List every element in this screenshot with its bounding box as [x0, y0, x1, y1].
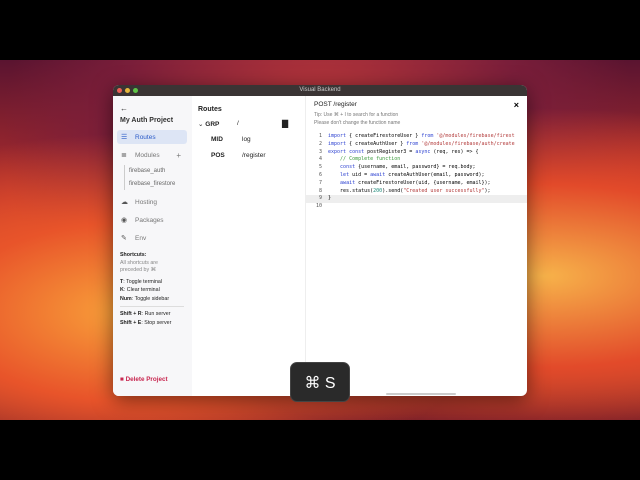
route-row[interactable]: MID log — [211, 136, 251, 143]
delete-label: Delete Project — [125, 376, 168, 383]
shortcut-item: Shift + R: Run server — [120, 311, 171, 317]
delete-project-button[interactable]: ■ Delete Project — [120, 376, 168, 383]
shortcuts-note: All shortcuts are — [120, 259, 158, 266]
project-title: My Auth Project — [120, 117, 174, 124]
new-file-icon[interactable]: ▇ — [282, 119, 288, 128]
code-editor-panel: POST /register × Tip: Use ⌘ + I to searc… — [305, 96, 527, 396]
trash-icon: ■ — [120, 376, 124, 383]
code-line: 9} — [306, 195, 527, 204]
editor-title: POST /register — [314, 101, 357, 108]
window-title: Visual Backend — [299, 87, 341, 93]
add-module-button[interactable]: + — [176, 151, 181, 160]
sidebar-item-modules[interactable]: ≣ Modules + — [117, 148, 187, 162]
code-line: 8 res.status(200).send("Created user suc… — [318, 187, 491, 194]
back-arrow-icon[interactable]: ← — [120, 104, 128, 113]
sidebar-item-hosting[interactable]: ☁ Hosting — [117, 195, 187, 209]
close-window-button[interactable] — [117, 88, 122, 93]
code-line: 1 import { createFirestoreUser } from '@/… — [318, 133, 515, 139]
sidebar-item-label: Env — [135, 234, 147, 242]
keystroke-overlay: ⌘ S — [290, 362, 350, 402]
title-bar: Visual Backend — [113, 85, 527, 96]
sidebar-item-packages[interactable]: ◉ Packages — [117, 213, 187, 227]
sidebar-item-label: Routes — [135, 133, 156, 141]
sidebar-item-label: Hosting — [135, 198, 158, 206]
minimize-window-button[interactable] — [125, 88, 130, 93]
sidebar-item-routes[interactable]: ☰ Routes — [117, 130, 187, 144]
code-line: 4 // Complete function — [318, 156, 401, 163]
cloud-icon: ☁ — [121, 199, 128, 206]
code-area[interactable]: 1 import { createFirestoreUser } from '@/… — [306, 133, 527, 211]
code-line: 5 const {username, email, password} = re… — [318, 164, 476, 171]
module-item[interactable]: firebase_auth — [129, 165, 175, 178]
database-icon: ≣ — [121, 152, 127, 159]
shortcuts-panel: Shortcuts: All shortcuts are preceded by… — [120, 251, 184, 327]
routes-title: Routes — [198, 106, 222, 113]
horizontal-scrollbar[interactable] — [386, 393, 456, 395]
code-line: 2 import { createAuthUser } from '@/modul… — [318, 140, 515, 147]
shortcut-item: K: Clear terminal — [120, 287, 160, 293]
shortcuts-title: Shortcuts: — [120, 252, 147, 258]
editor-tip: Tip: Use ⌘ + I to search for a function — [314, 112, 399, 118]
shortcut-item: T: Toggle terminal — [120, 278, 163, 285]
sidebar: ← My Auth Project ☰ Routes ≣ Modules + fire… — [113, 96, 192, 396]
route-row[interactable]: POS/register — [211, 152, 265, 159]
code-line: 6 let uid = await createAuthUser(email, … — [318, 171, 485, 178]
sidebar-item-env[interactable]: ✎ Env — [117, 231, 187, 245]
shortcut-item: Shift + E: Stop server — [120, 319, 172, 326]
sidebar-item-label: Packages — [135, 216, 164, 224]
route-row[interactable]: ⌄ GRP / ▇ — [198, 119, 298, 128]
routes-icon: ☰ — [121, 134, 128, 141]
key-icon: ✎ — [121, 235, 127, 242]
code-line: 3 export const postRegister3 = async (req… — [318, 148, 479, 155]
routes-panel: Routes ⌄ GRP / ▇ MID log POS/register — [192, 96, 305, 396]
close-icon[interactable]: × — [514, 100, 519, 110]
maximize-window-button[interactable] — [133, 88, 138, 93]
module-item[interactable]: firebase_firestore — [129, 178, 175, 191]
app-window: Visual Backend ← My Auth Project ☰ Routes… — [113, 85, 527, 396]
editor-warning: Please don't change the function name — [314, 120, 401, 126]
code-line: 10 — [315, 203, 322, 210]
chevron-down-icon: ⌄ — [198, 121, 204, 128]
package-icon: ◉ — [121, 217, 128, 224]
shortcut-item: Num: Toggle sidebar — [120, 295, 170, 302]
divider — [120, 306, 184, 307]
sidebar-item-label: Modules — [135, 151, 160, 159]
shortcuts-note: preceded by ⌘ — [120, 266, 156, 273]
module-list: firebase_auth firebase_firestore — [124, 165, 175, 190]
code-line: 7 await createFirestoreUser(uid, {userna… — [318, 179, 491, 186]
